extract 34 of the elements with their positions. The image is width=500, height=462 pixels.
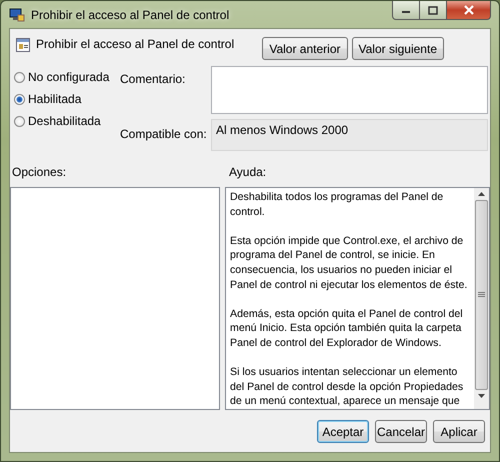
dialog-button[interactable]: Cancelar [375,420,427,443]
maximize-button[interactable] [420,1,447,20]
radio-button[interactable] [14,72,25,82]
help-paragraph: Además, esta opción quita el Panel de control del menú Inicio. Esta opción también quita la carpeta Panel de control del Explorador de Windows. [230,306,464,351]
help-label: Ayuda: [229,165,266,179]
compatible-value: Al menos Windows 2000 [216,123,348,137]
dialog-button[interactable]: Aceptar [317,420,369,443]
radio-label[interactable]: Deshabilitada [28,114,101,128]
scrollbar[interactable] [474,188,489,409]
radio-button[interactable] [14,94,25,104]
radio-button[interactable] [14,116,25,126]
scroll-up-icon[interactable] [478,192,485,196]
dialog-button[interactable]: Aplicar [433,420,485,443]
computer-icon [9,6,25,22]
compatible-label: Compatible con: [120,126,208,143]
radio-label[interactable]: Habilitada [28,92,82,106]
help-paragraph: Si los usuarios intentan seleccionar un elemento del Panel de control desde la opción Propiedades de un menú contextual, aparece un mensaje que [230,365,464,409]
settings-page-icon [16,38,30,52]
help-paragraph: Deshabilita todos los programas del Panel de control. [230,190,444,220]
help-paragraph: Esta opción impide que Control.exe, el archivo de programa del Panel de control, se inicie. En consecuencia, los usuarios no pueden iniciar el Panel de control ni ejecutar los elementos de éste. [230,234,468,292]
nav-button[interactable]: Valor anterior [262,37,348,60]
minimize-button[interactable] [392,1,420,20]
maximize-icon [428,6,438,14]
setting-name: Prohibir el acceso al Panel de control [36,37,236,51]
comment-label: Comentario: [120,71,186,88]
options-label: Opciones: [12,165,68,179]
close-icon [462,5,474,15]
close-button[interactable] [447,1,491,20]
window-title: Prohibir el acceso al Panel de control [31,8,230,22]
comment-field[interactable] [211,66,488,114]
scroll-thumb[interactable] [475,200,488,390]
scroll-down-icon[interactable] [478,394,485,398]
radio-label[interactable]: No configurada [28,70,110,84]
nav-button[interactable]: Valor siguiente [352,37,444,60]
